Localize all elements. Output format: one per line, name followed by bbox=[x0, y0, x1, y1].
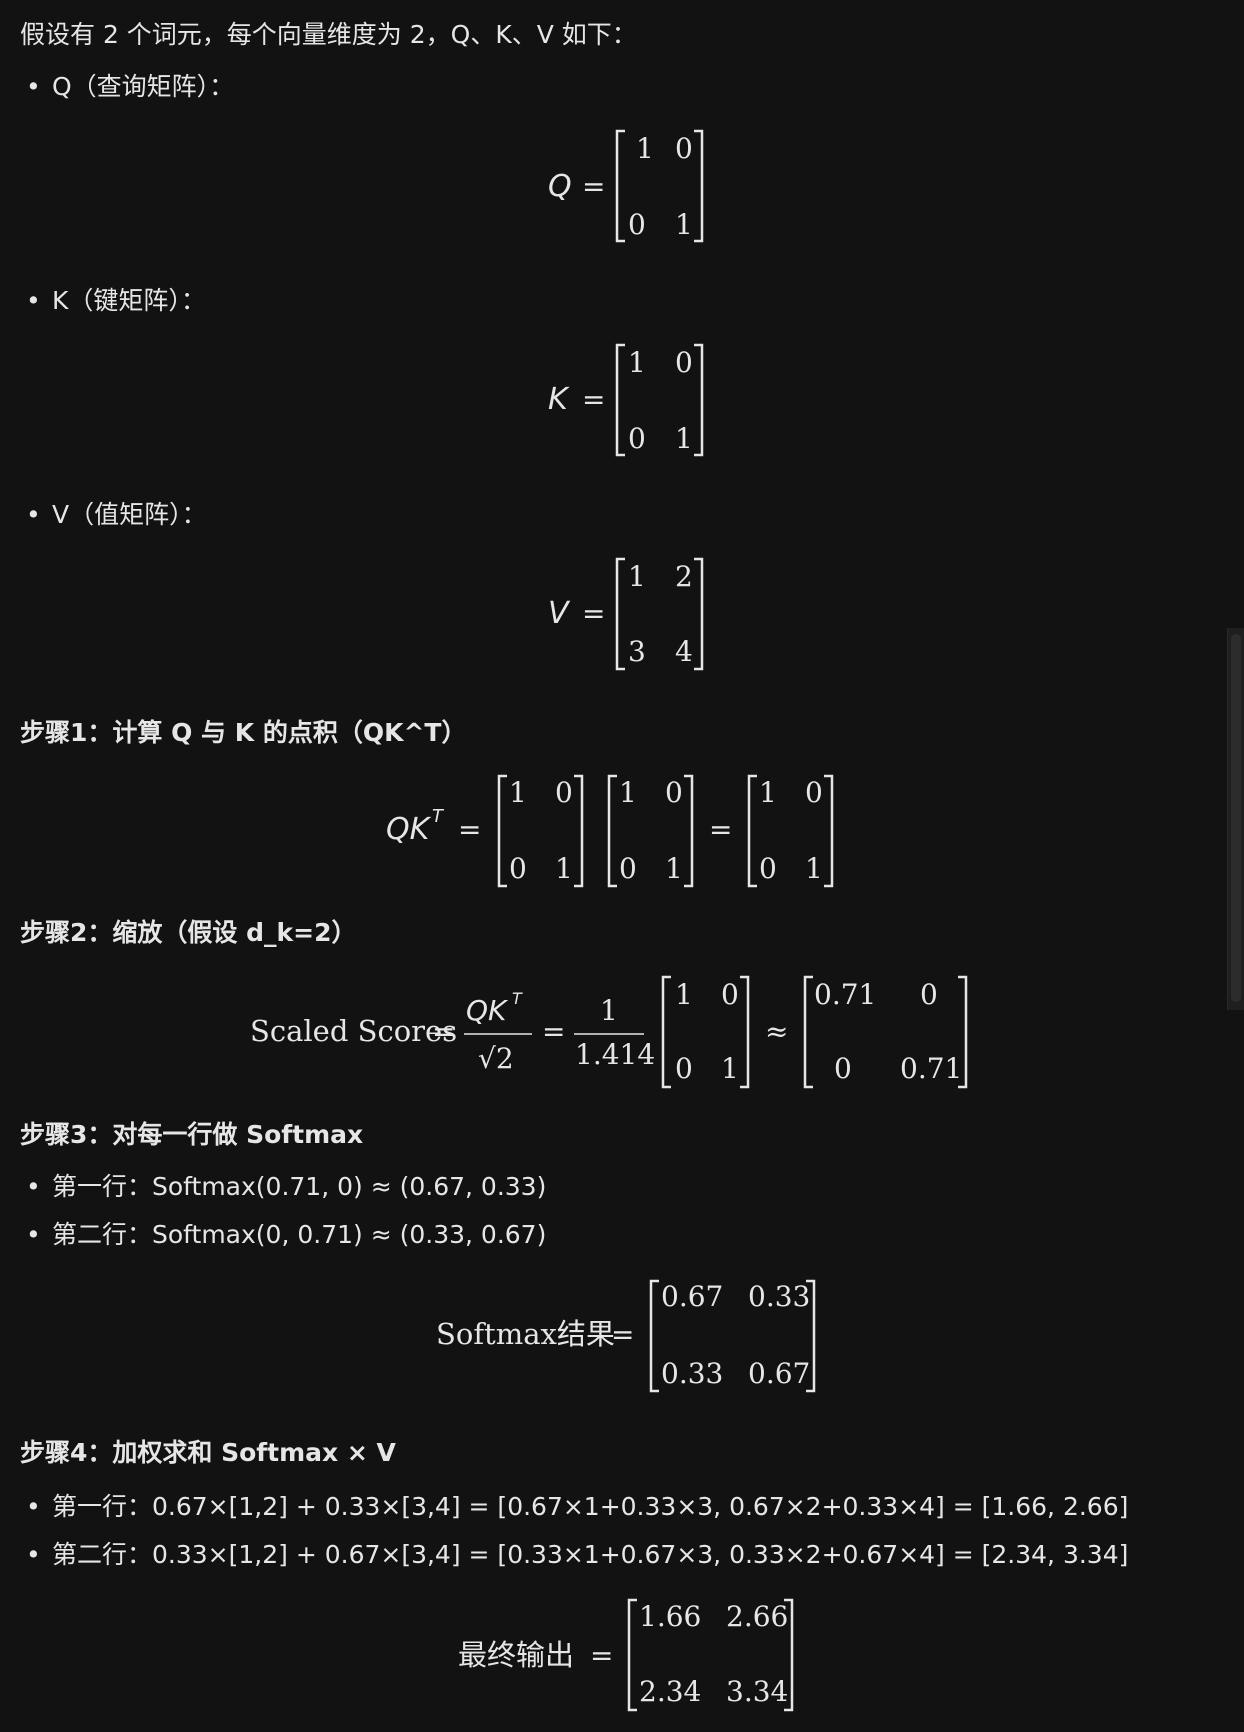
formula-step3: Softmax结果 = 0.67 0.33 0.33 0.67 bbox=[436, 1279, 816, 1393]
bracket-left bbox=[649, 1279, 659, 1393]
matrix-cell: 1 bbox=[675, 422, 693, 455]
fraction-denominator: 1.414 bbox=[575, 1038, 655, 1071]
vertical-scrollbar[interactable] bbox=[1227, 628, 1244, 1010]
bracket-left bbox=[607, 774, 617, 888]
matrix-cell: 1 bbox=[555, 852, 573, 885]
bracket-left bbox=[661, 975, 671, 1089]
matrix-cell: 0 bbox=[920, 978, 938, 1011]
matrix-label: K bbox=[548, 382, 570, 417]
formula-q: Q = 1 0 0 1 bbox=[548, 129, 704, 243]
equals-sign: = bbox=[611, 1318, 634, 1351]
fraction-numerator: QK bbox=[466, 994, 509, 1027]
matrix-cell: 2 bbox=[675, 560, 693, 593]
equals-sign: = bbox=[582, 597, 605, 630]
matrix-cell: 0.33 bbox=[661, 1357, 723, 1390]
bracket-right bbox=[740, 975, 750, 1089]
matrix-cell: 0 bbox=[834, 1052, 852, 1085]
matrix-cell: 2.66 bbox=[726, 1600, 788, 1633]
formula-v: V = 1 2 3 4 bbox=[548, 557, 704, 671]
matrix-cell: 1 bbox=[721, 1052, 739, 1085]
matrix-cell: 1 bbox=[619, 776, 637, 809]
formula-step2: Scaled Scores = QK T √2 = 1 1.414 1 0 0 … bbox=[250, 975, 968, 1089]
matrix-cell: 4 bbox=[675, 635, 693, 668]
bracket-right bbox=[694, 557, 704, 671]
matrix-cell: 0.67 bbox=[748, 1357, 810, 1390]
matrix-cell: 0.33 bbox=[748, 1280, 810, 1313]
matrix-label: V bbox=[548, 596, 571, 631]
bracket-right bbox=[574, 774, 584, 888]
matrix-cell: 1.66 bbox=[639, 1600, 701, 1633]
matrix-cell: 1 bbox=[665, 852, 683, 885]
formula-step1: QK T = 1 0 0 1 1 0 0 1 = 1 0 0 1 bbox=[386, 774, 834, 888]
matrix-cell: 1 bbox=[628, 346, 646, 379]
matrix-cell: 0 bbox=[805, 776, 823, 809]
transpose-sup: T bbox=[432, 806, 445, 827]
scaled-scores-label: Scaled Scores bbox=[250, 1014, 457, 1048]
bracket-left bbox=[615, 343, 625, 457]
matrix-cell: 1 bbox=[509, 776, 527, 809]
matrix-cell: 0 bbox=[759, 852, 777, 885]
matrix-cell: 1 bbox=[628, 560, 646, 593]
bracket-right bbox=[684, 774, 694, 888]
equals-sign: = bbox=[432, 1015, 455, 1048]
matrix-cell: 3 bbox=[628, 635, 646, 668]
qk-label: QK bbox=[386, 812, 432, 847]
matrix-cell: 0 bbox=[555, 776, 573, 809]
matrix-cell: 0 bbox=[675, 132, 693, 165]
matrix-cell: 1 bbox=[675, 978, 693, 1011]
matrix-cell: 1 bbox=[675, 208, 693, 241]
softmax-result-label: Softmax结果 bbox=[436, 1317, 615, 1351]
matrix-cell: 0 bbox=[628, 208, 646, 241]
equals-sign: = bbox=[590, 1639, 613, 1672]
matrix-cell: 0 bbox=[619, 852, 637, 885]
matrix-cell: 1 bbox=[636, 132, 654, 165]
matrix-cell: 0 bbox=[509, 852, 527, 885]
math-formulas: Q = 1 0 0 1 K = 1 0 0 1 V = 1 2 3 4 QK T… bbox=[250, 129, 968, 1712]
bracket-left bbox=[615, 557, 625, 671]
matrix-cell: 0.67 bbox=[661, 1280, 723, 1313]
matrix-cell: 0 bbox=[628, 422, 646, 455]
final-output-label: 最终输出 bbox=[458, 1638, 574, 1672]
bracket-left bbox=[497, 774, 507, 888]
equals-sign: = bbox=[709, 813, 732, 846]
bracket-right bbox=[824, 774, 834, 888]
transpose-sup: T bbox=[512, 989, 523, 1008]
bracket-left bbox=[615, 129, 625, 243]
fraction-numerator: 1 bbox=[600, 994, 618, 1027]
equals-sign: = bbox=[542, 1015, 565, 1048]
matrix-cell: 1 bbox=[805, 852, 823, 885]
fraction-denominator: √2 bbox=[478, 1042, 514, 1075]
bracket-left bbox=[627, 1598, 637, 1712]
bracket-left bbox=[803, 975, 813, 1089]
matrix-cell: 0 bbox=[675, 1052, 693, 1085]
bracket-right bbox=[694, 343, 704, 457]
equals-sign: = bbox=[458, 813, 481, 846]
document-page: 假设有 2 个词元，每个向量维度为 2，Q、K、V 如下： • Q（查询矩阵）：… bbox=[0, 0, 1244, 1732]
equals-sign: = bbox=[582, 383, 605, 416]
matrix-cell: 3.34 bbox=[726, 1675, 788, 1708]
matrix-cell: 2.34 bbox=[639, 1675, 701, 1708]
formula-step4: 最终输出 = 1.66 2.66 2.34 3.34 bbox=[458, 1598, 794, 1712]
matrix-cell: 1 bbox=[759, 776, 777, 809]
bracket-right bbox=[694, 129, 704, 243]
formula-k: K = 1 0 0 1 bbox=[548, 343, 704, 457]
matrix-label: Q bbox=[548, 169, 572, 204]
approx-sign: ≈ bbox=[765, 1015, 788, 1048]
matrix-cell: 0 bbox=[665, 776, 683, 809]
scrollbar-thumb[interactable] bbox=[1231, 634, 1241, 1002]
matrix-cell: 0 bbox=[721, 978, 739, 1011]
equals-sign: = bbox=[582, 170, 605, 203]
matrix-cell: 0.71 bbox=[900, 1052, 962, 1085]
bracket-left bbox=[747, 774, 757, 888]
matrix-cell: 0.71 bbox=[814, 978, 876, 1011]
matrix-cell: 0 bbox=[675, 346, 693, 379]
